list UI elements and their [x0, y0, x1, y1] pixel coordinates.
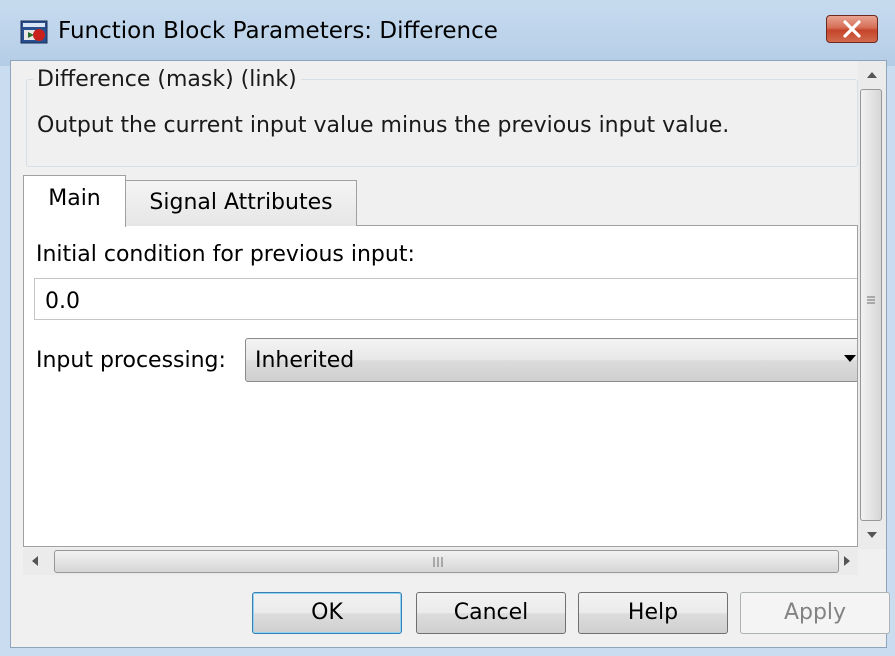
ok-button[interactable]: OK [252, 592, 402, 634]
tab-panel-main: Initial condition for previous input: 0.… [23, 225, 858, 547]
help-button[interactable]: Help [578, 592, 728, 634]
scroll-right-arrow-icon[interactable] [843, 556, 851, 566]
initial-condition-field[interactable]: 0.0 [34, 278, 857, 320]
scroll-up-arrow-icon[interactable] [867, 71, 877, 79]
close-icon [843, 20, 861, 38]
input-processing-select[interactable]: Inherited [245, 338, 857, 382]
window-title: Function Block Parameters: Difference [58, 18, 498, 44]
cancel-button[interactable]: Cancel [416, 592, 566, 634]
chevron-down-icon [844, 355, 856, 362]
tab-main[interactable]: Main [23, 175, 126, 227]
simulink-block-icon[interactable] [20, 18, 50, 46]
apply-button[interactable]: Apply [740, 592, 890, 634]
vertical-scroll-thumb[interactable] [860, 89, 882, 521]
grip-icon [867, 296, 875, 304]
dialog-client-area: Difference (mask) (link) Output the curr… [10, 60, 890, 648]
input-processing-label: Input processing: [36, 348, 226, 373]
dialog-window: Function Block Parameters: Difference Di… [0, 0, 895, 656]
horizontal-scrollbar[interactable] [23, 548, 858, 575]
description-group-title: Difference (mask) (link) [33, 67, 301, 92]
input-processing-value: Inherited [255, 348, 355, 373]
scroll-down-arrow-icon[interactable] [867, 531, 877, 539]
tab-signal-attributes[interactable]: Signal Attributes [125, 180, 357, 226]
vertical-scrollbar[interactable] [858, 61, 886, 549]
description-text: Output the current input value minus the… [37, 113, 730, 138]
close-button[interactable] [826, 15, 878, 43]
initial-condition-label: Initial condition for previous input: [36, 242, 415, 267]
grip-icon [433, 557, 443, 567]
scroll-left-arrow-icon[interactable] [31, 556, 39, 566]
title-bar[interactable]: Function Block Parameters: Difference [0, 0, 895, 66]
horizontal-scroll-thumb[interactable] [54, 550, 839, 573]
